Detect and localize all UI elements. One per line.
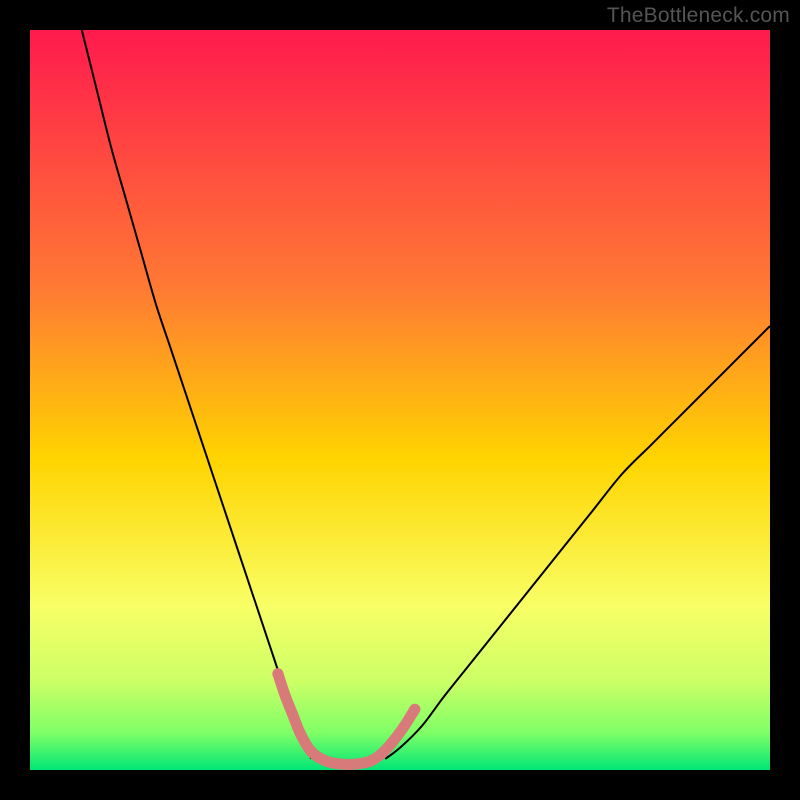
chart-container: TheBottleneck.com [0,0,800,800]
highlight-dot [376,748,387,759]
highlight-dot [287,709,298,720]
watermark-text: TheBottleneck.com [607,4,790,28]
highlight-dot [272,668,283,679]
bottleneck-chart [0,0,800,800]
highlight-dot [350,759,361,770]
highlight-dot [306,746,317,757]
highlight-dot [295,728,306,739]
highlight-dot [387,736,398,747]
highlight-dot [321,756,332,767]
highlight-dot [365,756,376,767]
highlight-dot [409,704,420,715]
plot-background [30,30,770,770]
highlight-dot [280,691,291,702]
highlight-dot [335,759,346,770]
highlight-dot [398,722,409,733]
